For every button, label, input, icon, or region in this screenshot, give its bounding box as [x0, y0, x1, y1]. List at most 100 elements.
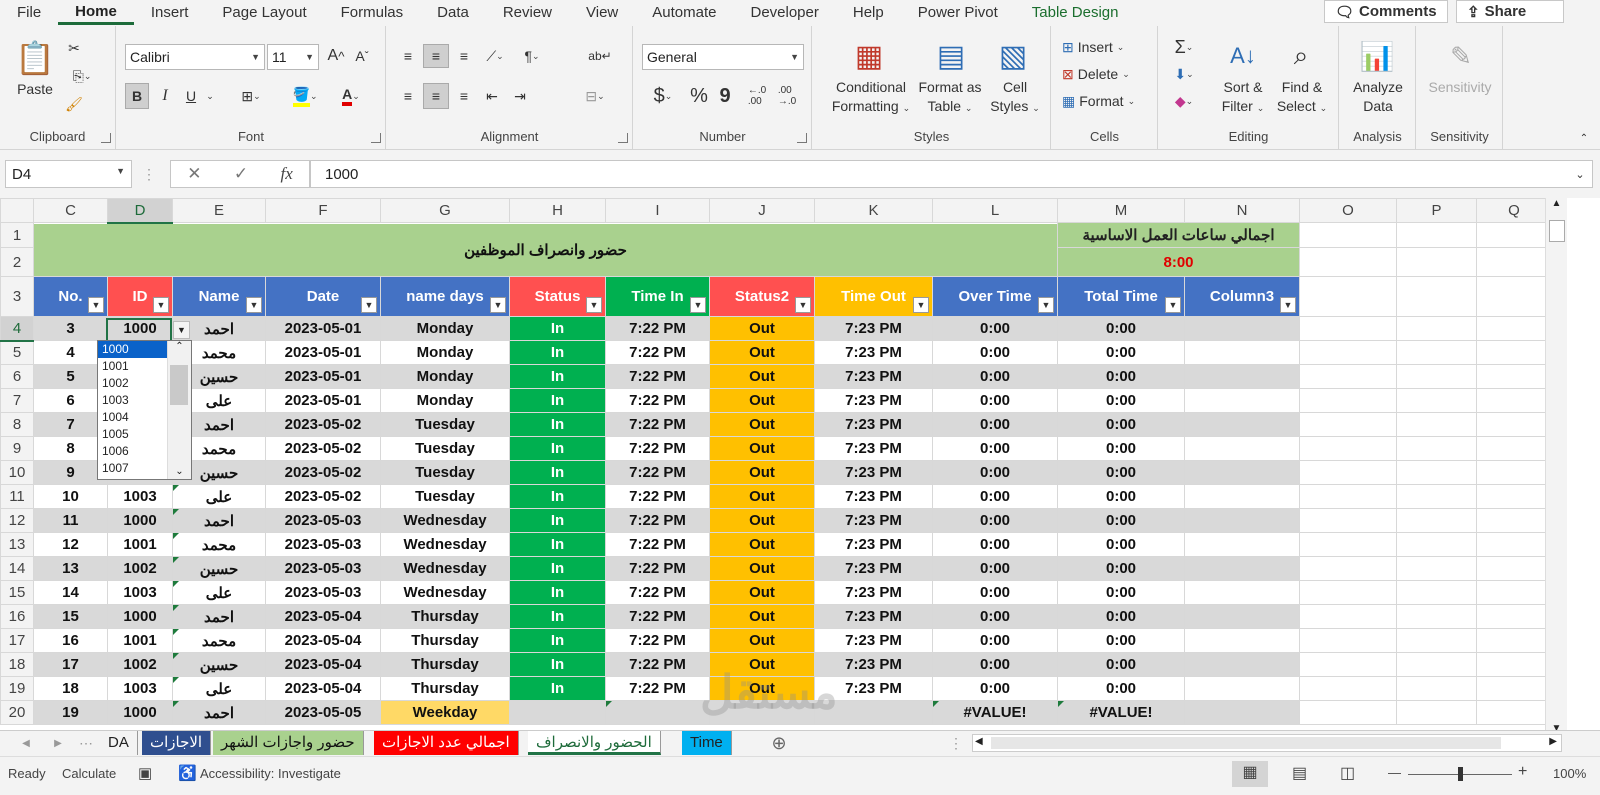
table-cell[interactable]	[1184, 460, 1300, 485]
align-bottom-icon[interactable]: ≡	[453, 44, 475, 68]
row-header[interactable]: 1	[0, 222, 34, 248]
table-cell[interactable]: Thursday	[380, 604, 510, 629]
table-cell[interactable]: 0:00	[1057, 340, 1185, 365]
table-cell[interactable]: 7:22 PM	[605, 676, 710, 701]
table-cell[interactable]: 1001	[107, 532, 173, 557]
empty-cell[interactable]	[1476, 700, 1552, 725]
add-sheet-icon[interactable]: ⊕	[768, 733, 790, 753]
scroll-up-icon[interactable]: ▲	[1546, 198, 1567, 209]
zoom-level[interactable]: 100%	[1553, 766, 1586, 781]
horizontal-scrollbar[interactable]: ◀ ▶	[972, 734, 1562, 752]
empty-cell[interactable]	[1299, 652, 1397, 677]
table-cell[interactable]: 7:23 PM	[814, 556, 933, 581]
table-cell[interactable]: 7:22 PM	[605, 652, 710, 677]
table-cell[interactable]	[1184, 364, 1300, 389]
column-header-p[interactable]: P	[1396, 198, 1477, 223]
table-cell[interactable]: #VALUE!	[932, 700, 1058, 725]
empty-cell[interactable]	[1396, 460, 1477, 485]
select-all-corner[interactable]	[0, 198, 34, 223]
scroll-thumb[interactable]	[170, 365, 188, 405]
empty-cell[interactable]	[1396, 364, 1477, 389]
sheet-tab-da[interactable]: DA	[100, 731, 138, 755]
table-header-column3[interactable]: Column3 ▼	[1184, 276, 1300, 317]
merge-center-icon[interactable]: ⊟ ⌄	[577, 83, 613, 109]
row-header[interactable]: 19	[0, 676, 34, 701]
empty-cell[interactable]	[1396, 604, 1477, 629]
format-painter-icon[interactable]: 🖌	[64, 94, 84, 114]
empty-cell[interactable]	[1396, 276, 1477, 317]
scroll-up-icon[interactable]: ⌃	[168, 341, 191, 352]
table-cell[interactable]: Out	[709, 604, 815, 629]
empty-cell[interactable]	[1299, 676, 1397, 701]
table-cell[interactable]: 7:22 PM	[605, 508, 710, 533]
row-header[interactable]: 20	[0, 700, 34, 725]
table-cell[interactable]: 7:22 PM	[605, 436, 710, 461]
empty-cell[interactable]	[1476, 628, 1552, 653]
normal-view-icon[interactable]: ▦	[1232, 761, 1268, 787]
table-cell[interactable]: 7:23 PM	[814, 580, 933, 605]
table-cell[interactable]: 7:23 PM	[814, 436, 933, 461]
font-launcher[interactable]	[371, 133, 381, 143]
table-cell[interactable]: Out	[709, 532, 815, 557]
row-header[interactable]: 3	[0, 276, 34, 317]
table-cell[interactable]: Out	[709, 340, 815, 365]
table-cell[interactable]: 0:00	[1057, 412, 1185, 437]
table-header-no-[interactable]: No. ▼	[33, 276, 108, 317]
empty-cell[interactable]	[1476, 412, 1552, 437]
empty-cell[interactable]	[1476, 652, 1552, 677]
table-cell[interactable]	[509, 700, 606, 725]
table-cell[interactable]: 0:00	[932, 604, 1058, 629]
table-cell[interactable]: 7:22 PM	[605, 532, 710, 557]
menu-tab-formulas[interactable]: Formulas	[324, 1, 421, 25]
column-header-c[interactable]: C	[33, 198, 108, 223]
menu-tab-data[interactable]: Data	[420, 1, 486, 25]
insert-function-icon[interactable]: fx	[281, 164, 293, 184]
table-cell[interactable]: 2023-05-02	[265, 412, 381, 437]
menu-tab-home[interactable]: Home	[58, 1, 134, 25]
table-cell[interactable]: 2023-05-03	[265, 580, 381, 605]
column-header-f[interactable]: F	[265, 198, 381, 223]
row-header[interactable]: 15	[0, 580, 34, 605]
column-header-m[interactable]: M	[1057, 198, 1185, 223]
row-header[interactable]: 4	[0, 316, 34, 342]
empty-cell[interactable]	[1476, 222, 1552, 248]
align-middle-icon[interactable]: ≡	[423, 44, 449, 68]
table-cell[interactable]: 7:22 PM	[605, 412, 710, 437]
table-cell[interactable]: 16	[33, 628, 108, 653]
row-header[interactable]: 2	[0, 247, 34, 277]
paste-button[interactable]: Paste	[10, 80, 60, 99]
table-cell[interactable]: 0:00	[932, 532, 1058, 557]
column-header-l[interactable]: L	[932, 198, 1058, 223]
table-cell[interactable]: Tuesday	[380, 436, 510, 461]
row-header[interactable]: 8	[0, 412, 34, 437]
table-cell[interactable]: 0:00	[932, 652, 1058, 677]
table-cell[interactable]: 0:00	[932, 340, 1058, 365]
table-cell[interactable]: 7:23 PM	[814, 316, 933, 341]
column-header-k[interactable]: K	[814, 198, 933, 223]
empty-cell[interactable]	[1299, 580, 1397, 605]
sheet-tab-vacations[interactable]: الاجازات	[142, 731, 212, 755]
table-cell[interactable]: احمد	[172, 604, 266, 629]
table-cell[interactable]: 0:00	[932, 676, 1058, 701]
table-cell[interactable]	[1184, 412, 1300, 437]
empty-cell[interactable]	[1299, 556, 1397, 581]
enter-icon[interactable]: ✓	[234, 164, 248, 184]
empty-cell[interactable]	[1299, 532, 1397, 557]
table-cell[interactable]	[1184, 556, 1300, 581]
table-cell[interactable]: Out	[709, 436, 815, 461]
table-cell[interactable]: 7:22 PM	[605, 388, 710, 413]
table-cell[interactable]: 0:00	[932, 628, 1058, 653]
empty-cell[interactable]	[1299, 388, 1397, 413]
empty-cell[interactable]	[1476, 604, 1552, 629]
table-cell[interactable]: 2023-05-04	[265, 628, 381, 653]
clipboard-launcher[interactable]	[101, 133, 111, 143]
table-cell[interactable]: Monday	[380, 364, 510, 389]
empty-cell[interactable]	[1299, 436, 1397, 461]
table-cell[interactable]: 19	[33, 700, 108, 725]
format-as-table-icon[interactable]: ▤	[931, 36, 971, 76]
table-cell[interactable]	[709, 700, 815, 725]
paste-icon[interactable]: 📋	[14, 36, 56, 80]
table-cell[interactable]: In	[509, 652, 606, 677]
zoom-slider-handle[interactable]	[1458, 767, 1463, 781]
worksheet-grid[interactable]: CDEFGHIJKLMNOPQ 1 حضور وانصراف الموظفين اج…	[0, 198, 1600, 740]
